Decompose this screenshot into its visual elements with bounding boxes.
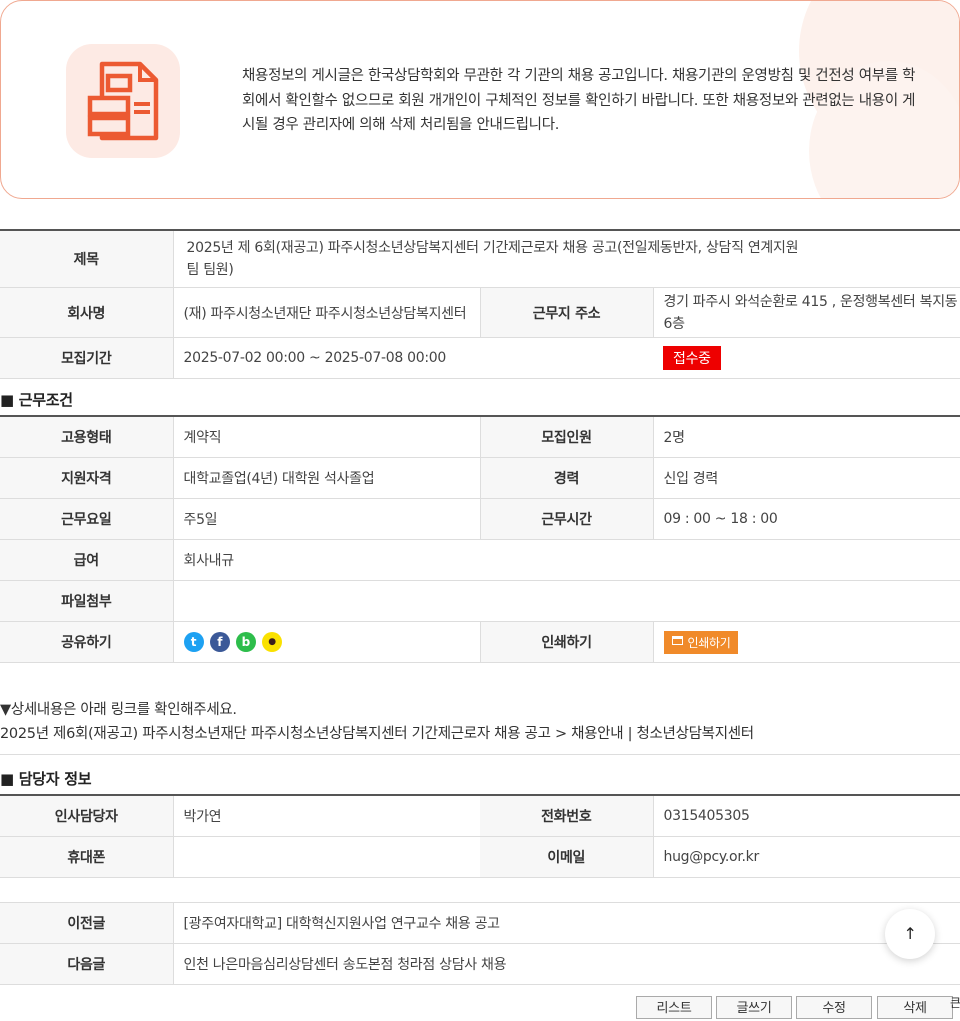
work-hours-label: 근무시간 [479,498,654,540]
salary-label: 급여 [0,539,174,581]
company-label: 회사명 [0,287,174,338]
manager-label: 인사담당자 [0,795,174,837]
period-label: 모집기간 [0,337,174,379]
list-button[interactable]: 리스트 [636,996,712,1019]
share-icons: t f b ● [173,621,480,663]
mobile-label: 휴대폰 [0,836,174,878]
next-post-link[interactable]: 인천 나은마음심리상담센터 송도본점 청라점 상담사 채용 [173,943,960,985]
scroll-to-top-button[interactable]: ↑ [885,909,935,959]
work-days: 주5일 [173,498,480,540]
band-icon[interactable]: b [235,632,256,652]
detail-line-1: ▼상세내용은 아래 링크를 확인해주세요. [0,702,237,718]
section-title-contact: ■ 담당자 정보 [0,770,92,788]
divider [0,754,960,755]
work-address: 경기 파주시 와석순환로 415 , 운정행복센터 복지동 6층 [653,287,960,338]
email-address: hug@pcy.or.kr [653,836,960,878]
company-name: (재) 파주시청소년재단 파주시청소년상담복지센터 [173,287,480,338]
mobile-number [173,836,480,878]
facebook-icon[interactable]: f [209,632,230,652]
kakaotalk-icon[interactable]: ● [261,632,282,652]
qualification-label: 지원자격 [0,457,174,499]
attachment-label: 파일첨부 [0,580,174,622]
contact-table: 인사담당자 박가연 전화번호 0315405305 휴대폰 이메일 hug@pc… [0,794,960,878]
status-badge: 접수중 [663,346,721,370]
section-title-conditions: ■ 근무조건 [0,391,73,409]
career-label: 경력 [479,457,654,499]
next-label: 다음글 [0,943,174,985]
attachment[interactable] [173,580,960,622]
prev-label: 이전글 [0,902,174,944]
recruit-period: 2025-07-02 00:00 ~ 2025-07-08 00:00 [173,337,480,379]
notice-banner: 채용정보의 게시글은 한국상담학회와 무관한 각 기관의 채용 공고입니다. 채… [0,0,960,199]
employment-type: 계약직 [173,416,480,458]
conditions-table: 고용형태 계약직 모집인원 2명 지원자격 대학교졸업(4년) 대학원 석사졸업… [0,415,960,663]
edge-text: 큰 [950,996,960,1010]
headcount: 2명 [653,416,960,458]
notice-text: 채용정보의 게시글은 한국상담학회와 무관한 각 기관의 채용 공고입니다. 채… [242,68,916,133]
notice-icon-box [66,44,180,158]
document-icon [87,61,159,141]
post-info-table: 제목 2025년 제 6회(재공고) 파주시청소년상담복지센터 기간제근로자 채… [0,229,960,379]
arrow-up-icon: ↑ [903,924,917,943]
write-button[interactable]: 글쓰기 [716,996,792,1019]
employment-type-label: 고용형태 [0,416,174,458]
career: 신입 경력 [653,457,960,499]
work-hours: 09 : 00 ~ 18 : 00 [653,498,960,540]
phone-label: 전화번호 [480,795,654,837]
printer-icon [671,635,683,645]
work-days-label: 근무요일 [0,498,174,540]
headcount-label: 모집인원 [479,416,654,458]
post-title: 2025년 제 6회(재공고) 파주시청소년상담복지센터 기간제근로자 채용 공… [173,230,960,288]
prev-post-link[interactable]: [광주여자대학교] 대학혁신지원사업 연구교수 채용 공고 [173,902,960,944]
post-nav-table: 이전글 [광주여자대학교] 대학혁신지원사업 연구교수 채용 공고 다음글 인천… [0,902,960,985]
address-label: 근무지 주소 [479,287,654,338]
print-label: 인쇄하기 [479,621,654,663]
manager-name: 박가연 [173,795,480,837]
title-label: 제목 [0,230,174,288]
qualification: 대학교졸업(4년) 대학원 석사졸업 [173,457,480,499]
delete-button[interactable]: 삭제 [877,996,953,1019]
twitter-icon[interactable]: t [183,632,204,652]
salary: 회사내규 [173,539,960,581]
detail-section: ▼상세내용은 아래 링크를 확인해주세요. 2025년 제6회(재공고) 파주시… [0,698,960,755]
print-button[interactable]: 인쇄하기 [663,630,739,654]
share-label: 공유하기 [0,621,174,663]
detail-link[interactable]: 2025년 제6회(재공고) 파주시청소년재단 파주시청소년상담복지센터 기간제… [0,722,960,746]
phone-number: 0315405305 [653,795,960,837]
email-label: 이메일 [480,836,654,878]
edit-button[interactable]: 수정 [796,996,872,1019]
